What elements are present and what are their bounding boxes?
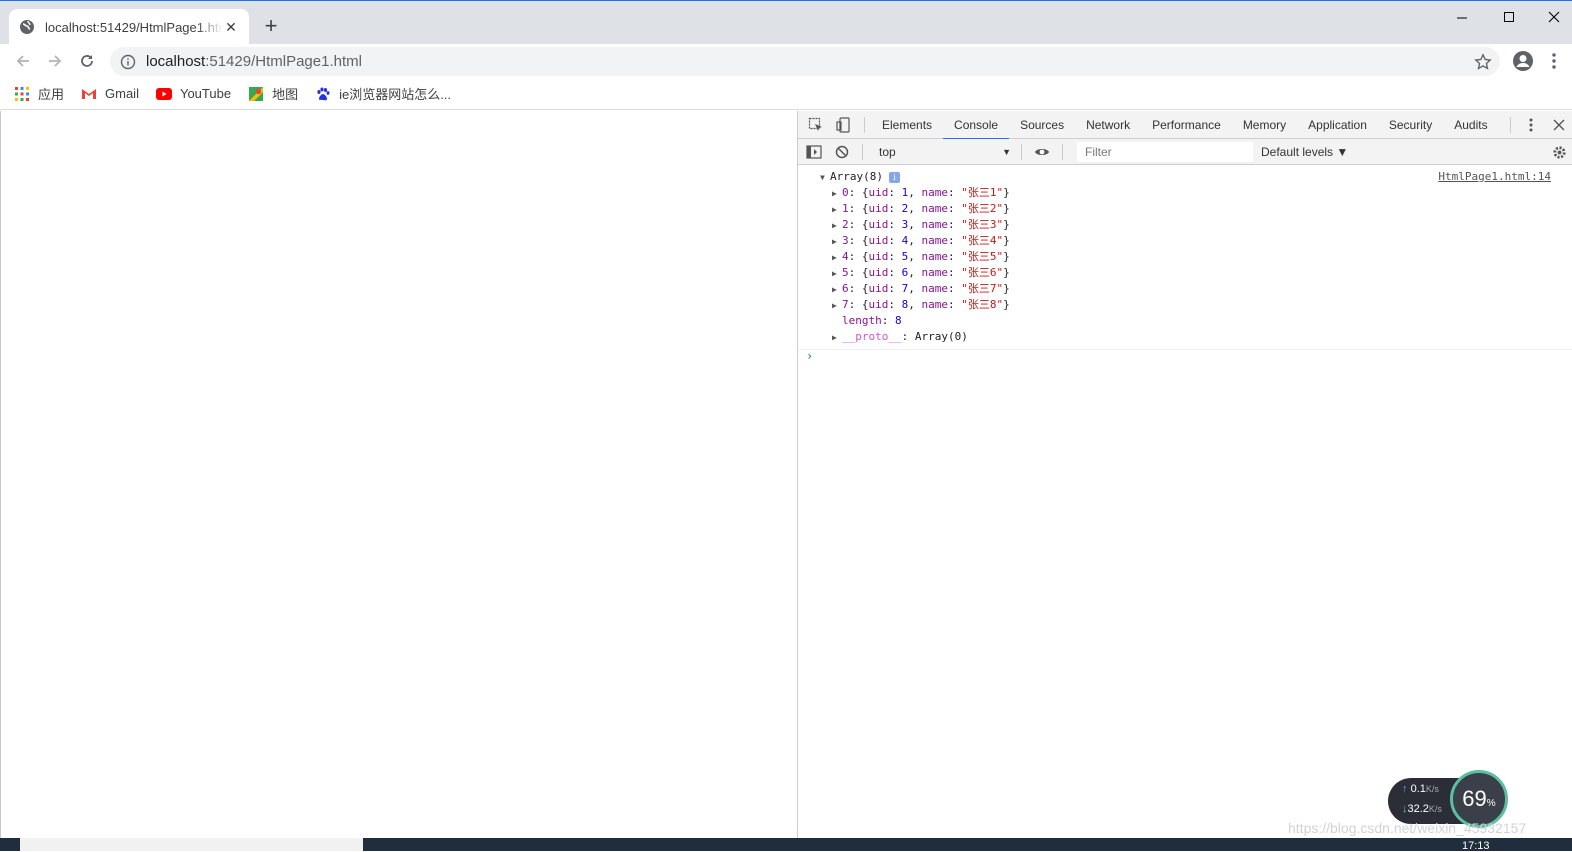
array-item-row[interactable]: ▶ 2: {uid: 3, name: "张三3"} [820, 217, 1572, 233]
inspect-element-icon[interactable] [802, 111, 830, 139]
new-tab-button[interactable]: + [259, 15, 283, 39]
collapsed-triangle-icon[interactable]: ▶ [832, 250, 842, 266]
collapsed-triangle-icon[interactable]: ▶ [832, 266, 842, 282]
address-bar[interactable]: localhost:51429/HtmlPage1.html [110, 47, 1500, 76]
download-speed: ↓32.2K/s [1402, 803, 1442, 815]
length-row: length: 8 [842, 314, 902, 327]
bookmark-star-icon[interactable] [1474, 53, 1492, 71]
array-item-row[interactable]: ▶ 3: {uid: 4, name: "张三4"} [820, 233, 1572, 249]
array-item-row[interactable]: ▶ 4: {uid: 5, name: "张三5"} [820, 249, 1572, 265]
baidu-paw-icon [315, 86, 331, 102]
toolbar-divider [1062, 143, 1063, 160]
tab-close-icon[interactable]: ✕ [223, 19, 239, 35]
maps-icon [248, 86, 264, 102]
log-levels-dropdown[interactable]: Default levels ▼ [1261, 145, 1348, 159]
tab-strip: localhost:51429/HtmlPage1.html ✕ + [0, 0, 1572, 45]
device-toolbar-icon[interactable] [830, 111, 858, 139]
bookmark-gmail[interactable]: Gmail [81, 86, 139, 102]
tab-sources[interactable]: Sources [1009, 111, 1075, 139]
clear-console-icon[interactable] [828, 138, 856, 166]
dropdown-arrow-icon: ▼ [1002, 146, 1011, 157]
array-items: ▶ 0: {uid: 1, name: "张三1"} ▶ 1: {uid: 2, na… [820, 185, 1572, 313]
devtools-panel: Elements Console Sources Network Perform… [797, 111, 1572, 838]
devtools-controls [1504, 111, 1572, 139]
bookmarks-bar: 应用 Gmail YouTube 地图 ie浏览器网站怎么... [0, 78, 1572, 110]
toolbar-divider [1021, 143, 1022, 160]
collapsed-triangle-icon[interactable]: ▶ [832, 218, 842, 234]
tab-application[interactable]: Application [1297, 111, 1378, 139]
collapsed-triangle-icon[interactable]: ▶ [832, 202, 842, 218]
collapsed-triangle-icon[interactable]: ▶ [832, 330, 842, 346]
profile-avatar-icon[interactable] [1512, 50, 1534, 72]
close-window-icon[interactable] [1539, 7, 1569, 27]
back-arrow-icon[interactable] [11, 49, 35, 73]
taskbar-search-box[interactable] [20, 838, 363, 851]
tab-memory[interactable]: Memory [1232, 111, 1297, 139]
tab-performance[interactable]: Performance [1141, 111, 1232, 139]
source-link[interactable]: HtmlPage1.html:14 [1438, 170, 1551, 183]
apps-grid-icon [14, 86, 30, 102]
devtools-tabbar: Elements Console Sources Network Perform… [798, 111, 1572, 140]
maximize-icon[interactable] [1494, 7, 1524, 27]
info-badge-icon: i [888, 172, 900, 183]
collapsed-triangle-icon[interactable]: ▶ [832, 298, 842, 314]
console-toolbar: top ▼ Default levels ▼ [798, 139, 1572, 165]
collapsed-triangle-icon[interactable]: ▶ [832, 282, 842, 298]
bookmark-apps[interactable]: 应用 [14, 84, 64, 103]
page-viewport[interactable] [0, 111, 797, 838]
watermark-text: https://blog.csdn.net/weixin_45932157 [1288, 820, 1527, 836]
tab-security[interactable]: Security [1378, 111, 1443, 139]
toolbar-divider [864, 116, 865, 133]
console-settings-gear-icon[interactable] [1545, 139, 1572, 165]
console-output: HtmlPage1.html:14 ▼ Array(8) i ▶ 0: {uid: 1… [798, 165, 1572, 838]
gmail-icon [81, 86, 97, 102]
collapsed-triangle-icon[interactable]: ▶ [832, 186, 842, 202]
console-message: HtmlPage1.html:14 ▼ Array(8) i ▶ 0: {uid: 1… [798, 165, 1572, 350]
devtools-menu-icon[interactable] [1517, 111, 1545, 139]
live-expression-eye-icon[interactable] [1028, 138, 1056, 166]
array-item-row[interactable]: ▶ 0: {uid: 1, name: "张三1"} [820, 185, 1572, 201]
bookmark-baidu[interactable]: ie浏览器网站怎么... [315, 84, 451, 103]
globe-icon [20, 20, 34, 34]
array-item-row[interactable]: ▶ 1: {uid: 2, name: "张三2"} [820, 201, 1572, 217]
array-item-row[interactable]: ▶ 6: {uid: 7, name: "张三7"} [820, 281, 1572, 297]
url-text: localhost:51429/HtmlPage1.html [146, 53, 362, 70]
console-filter-input[interactable] [1077, 141, 1253, 162]
devtools-close-icon[interactable] [1545, 111, 1572, 139]
show-sidebar-icon[interactable] [800, 138, 828, 166]
context-selector[interactable]: top ▼ [875, 142, 1015, 162]
taskbar-clock: 17:13 [1462, 840, 1490, 852]
bookmark-maps[interactable]: 地图 [248, 84, 298, 103]
tab-elements[interactable]: Elements [871, 111, 943, 139]
tab-network[interactable]: Network [1075, 111, 1141, 139]
browser-toolbar: localhost:51429/HtmlPage1.html [0, 44, 1572, 78]
browser-tab[interactable]: localhost:51429/HtmlPage1.html ✕ [9, 9, 249, 45]
toolbar-divider [1510, 117, 1511, 133]
upload-speed: ↑ 0.1K/s [1402, 783, 1439, 795]
browser-window: localhost:51429/HtmlPage1.html ✕ + local… [0, 0, 1572, 852]
array-item-row[interactable]: ▶ 7: {uid: 8, name: "张三8"} [820, 297, 1572, 313]
expanded-triangle-icon[interactable]: ▼ [820, 170, 830, 186]
toolbar-divider [862, 143, 863, 160]
collapsed-triangle-icon[interactable]: ▶ [832, 234, 842, 250]
youtube-icon [155, 86, 172, 102]
forward-arrow-icon[interactable] [43, 49, 67, 73]
reload-icon[interactable] [75, 49, 99, 73]
console-prompt[interactable]: › [806, 349, 813, 363]
os-taskbar: 17:13 [0, 838, 1572, 852]
tab-console[interactable]: Console [943, 111, 1010, 140]
browser-menu-icon[interactable] [1548, 50, 1560, 72]
tab-audits[interactable]: Audits [1443, 111, 1498, 139]
array-item-row[interactable]: ▶ 5: {uid: 6, name: "张三6"} [820, 265, 1572, 281]
minimize-icon[interactable] [1447, 7, 1477, 27]
bookmark-youtube[interactable]: YouTube [155, 86, 231, 102]
tab-title: localhost:51429/HtmlPage1.html [45, 19, 223, 35]
info-icon[interactable] [120, 54, 136, 70]
proto-row[interactable]: ▶ __proto__: Array(0) [820, 329, 1572, 345]
